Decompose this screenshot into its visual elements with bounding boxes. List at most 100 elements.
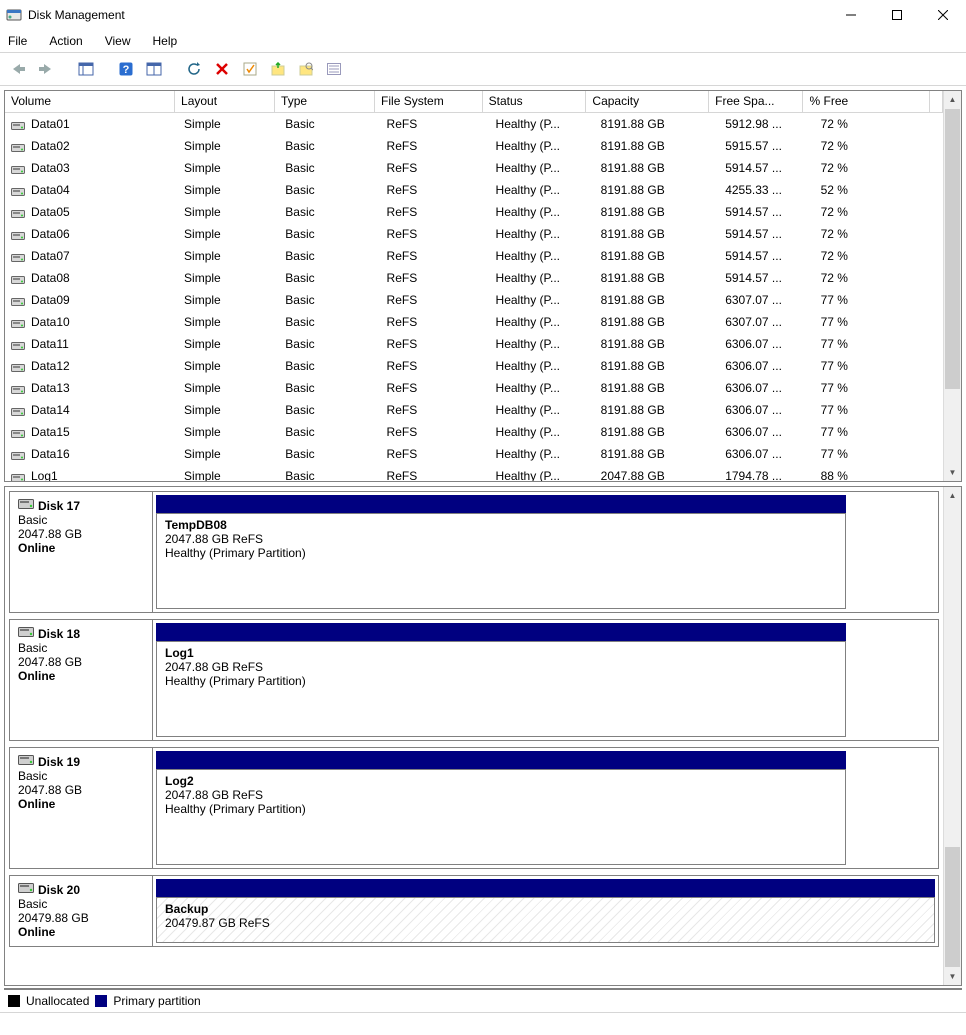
disk-size: 2047.88 GB — [18, 655, 144, 669]
volume-layout: Simple — [178, 183, 279, 197]
disk-name: Disk 20 — [38, 883, 80, 897]
col-type[interactable]: Type — [275, 91, 375, 113]
volume-row[interactable]: Data08SimpleBasicReFSHealthy (P...8191.8… — [5, 267, 943, 289]
partition-bar — [156, 495, 846, 513]
volume-capacity: 8191.88 GB — [595, 183, 720, 197]
volume-row[interactable]: Data11SimpleBasicReFSHealthy (P...8191.8… — [5, 333, 943, 355]
col-layout[interactable]: Layout — [175, 91, 275, 113]
partition[interactable]: TempDB082047.88 GB ReFSHealthy (Primary … — [156, 513, 846, 609]
disk-block[interactable]: Disk 19Basic2047.88 GBOnlineLog22047.88 … — [9, 747, 939, 869]
volume-name: Data16 — [31, 447, 70, 461]
action-button-1[interactable] — [266, 57, 290, 81]
volume-scrollbar[interactable]: ▲ ▼ — [943, 91, 961, 481]
volume-status: Healthy (P... — [490, 447, 595, 461]
volume-row[interactable]: Data02SimpleBasicReFSHealthy (P...8191.8… — [5, 135, 943, 157]
partition-name: Log1 — [165, 646, 837, 660]
volume-row[interactable]: Data12SimpleBasicReFSHealthy (P...8191.8… — [5, 355, 943, 377]
partition-desc: 2047.88 GB ReFS — [165, 788, 837, 802]
col-capacity[interactable]: Capacity — [586, 91, 709, 113]
partition[interactable]: Log22047.88 GB ReFSHealthy (Primary Part… — [156, 769, 846, 865]
volume-name: Data11 — [31, 337, 69, 351]
disk-name: Disk 18 — [38, 627, 80, 641]
action-button-2[interactable] — [294, 57, 318, 81]
menu-help[interactable]: Help — [153, 34, 178, 48]
col-pctfree[interactable]: % Free — [803, 91, 930, 113]
volume-pctfree: 72 % — [815, 227, 943, 241]
volume-pctfree: 77 % — [815, 337, 943, 351]
scroll-up-icon[interactable]: ▲ — [944, 487, 961, 504]
menu-view[interactable]: View — [105, 34, 131, 48]
volume-row[interactable]: Data01SimpleBasicReFSHealthy (P...8191.8… — [5, 113, 943, 135]
volume-name: Data10 — [31, 315, 70, 329]
properties-button[interactable] — [238, 57, 262, 81]
volume-row[interactable]: Data16SimpleBasicReFSHealthy (P...8191.8… — [5, 443, 943, 465]
scroll-up-icon[interactable]: ▲ — [944, 91, 961, 108]
partition-status: Healthy (Primary Partition) — [165, 674, 837, 688]
volume-row[interactable]: Data04SimpleBasicReFSHealthy (P...8191.8… — [5, 179, 943, 201]
volume-row[interactable]: Data05SimpleBasicReFSHealthy (P...8191.8… — [5, 201, 943, 223]
delete-button[interactable] — [210, 57, 234, 81]
disk-block[interactable]: Disk 18Basic2047.88 GBOnlineLog12047.88 … — [9, 619, 939, 741]
volume-type: Basic — [279, 227, 380, 241]
volume-name: Data01 — [31, 117, 70, 131]
volume-row[interactable]: Data14SimpleBasicReFSHealthy (P...8191.8… — [5, 399, 943, 421]
volume-fs: ReFS — [381, 293, 490, 307]
volume-row[interactable]: Data09SimpleBasicReFSHealthy (P...8191.8… — [5, 289, 943, 311]
col-filesystem[interactable]: File System — [375, 91, 483, 113]
disk-block[interactable]: Disk 17Basic2047.88 GBOnlineTempDB082047… — [9, 491, 939, 613]
settings-button[interactable] — [142, 57, 166, 81]
disk-scrollbar[interactable]: ▲ ▼ — [943, 487, 961, 985]
drive-icon — [11, 428, 25, 438]
close-button[interactable] — [920, 0, 966, 30]
volume-type: Basic — [279, 359, 380, 373]
disk-graph: Backup20479.87 GB ReFS — [153, 876, 938, 946]
help-button[interactable]: ? — [114, 57, 138, 81]
menu-action[interactable]: Action — [49, 34, 82, 48]
menu-file[interactable]: File — [8, 34, 27, 48]
volume-row[interactable]: Data13SimpleBasicReFSHealthy (P...8191.8… — [5, 377, 943, 399]
app-icon — [6, 7, 22, 23]
scroll-down-icon[interactable]: ▼ — [944, 464, 961, 481]
volume-free: 6306.07 ... — [719, 447, 814, 461]
minimize-button[interactable] — [828, 0, 874, 30]
volume-layout: Simple — [178, 227, 279, 241]
list-button[interactable] — [322, 57, 346, 81]
scroll-down-icon[interactable]: ▼ — [944, 968, 961, 985]
menubar: File Action View Help — [0, 30, 966, 52]
forward-button[interactable] — [34, 57, 58, 81]
col-freespace[interactable]: Free Spa... — [709, 91, 803, 113]
maximize-button[interactable] — [874, 0, 920, 30]
volume-fs: ReFS — [381, 403, 490, 417]
volume-free: 5912.98 ... — [719, 117, 814, 131]
volume-fs: ReFS — [381, 359, 490, 373]
window-title: Disk Management — [28, 8, 125, 22]
partition[interactable]: Backup20479.87 GB ReFS — [156, 897, 935, 943]
disk-block[interactable]: Disk 20Basic20479.88 GBOnlineBackup20479… — [9, 875, 939, 947]
volume-row[interactable]: Data06SimpleBasicReFSHealthy (P...8191.8… — [5, 223, 943, 245]
volume-fs: ReFS — [381, 139, 490, 153]
drive-icon — [11, 406, 25, 416]
back-button[interactable] — [6, 57, 30, 81]
volume-capacity: 8191.88 GB — [595, 271, 720, 285]
disk-name: Disk 17 — [38, 499, 80, 513]
volume-capacity: 8191.88 GB — [595, 425, 720, 439]
volume-row[interactable]: Data03SimpleBasicReFSHealthy (P...8191.8… — [5, 157, 943, 179]
titlebar: Disk Management — [0, 0, 966, 30]
drive-icon — [11, 296, 25, 306]
volume-status: Healthy (P... — [490, 161, 595, 175]
partition-desc: 2047.88 GB ReFS — [165, 660, 837, 674]
volume-layout: Simple — [178, 403, 279, 417]
col-status[interactable]: Status — [483, 91, 587, 113]
volume-name: Data09 — [31, 293, 70, 307]
volume-row[interactable]: Data07SimpleBasicReFSHealthy (P...8191.8… — [5, 245, 943, 267]
drive-icon — [11, 340, 25, 350]
show-hide-console-button[interactable] — [74, 57, 98, 81]
volume-free: 6306.07 ... — [719, 337, 814, 351]
disk-size: 2047.88 GB — [18, 527, 144, 541]
volume-row[interactable]: Data15SimpleBasicReFSHealthy (P...8191.8… — [5, 421, 943, 443]
partition[interactable]: Log12047.88 GB ReFSHealthy (Primary Part… — [156, 641, 846, 737]
volume-row[interactable]: Data10SimpleBasicReFSHealthy (P...8191.8… — [5, 311, 943, 333]
col-volume[interactable]: Volume — [5, 91, 175, 113]
refresh-button[interactable] — [182, 57, 206, 81]
volume-row[interactable]: Log1SimpleBasicReFSHealthy (P...2047.88 … — [5, 465, 943, 481]
